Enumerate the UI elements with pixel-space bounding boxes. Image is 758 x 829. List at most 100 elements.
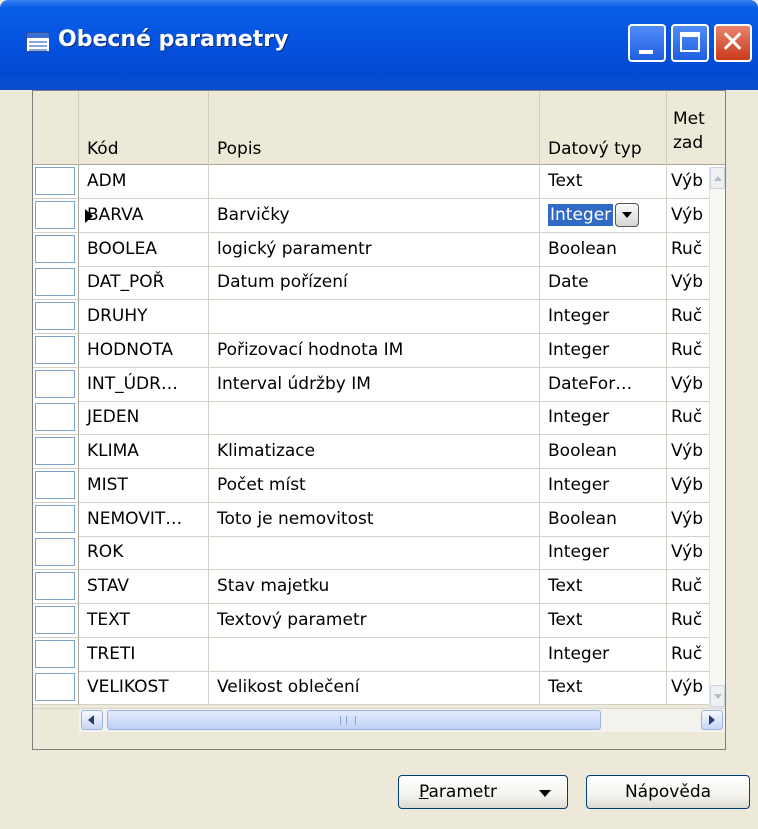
- row-selector[interactable]: [33, 401, 79, 436]
- row-selector[interactable]: [33, 300, 79, 334]
- row-selector[interactable]: [33, 333, 79, 368]
- cell-datovy-typ[interactable]: Integer: [540, 300, 667, 334]
- row-selector[interactable]: [33, 435, 79, 469]
- table-row[interactable]: TRETI Integer Ruč: [33, 637, 725, 672]
- table-row[interactable]: KLIMA Klimatizace Boolean Výb: [33, 435, 725, 469]
- table-row[interactable]: NEMOVIT… Toto je nemovitost Boolean Výb: [33, 502, 725, 537]
- table-row[interactable]: INT_ÚDR… Interval údržby IM DateFor… Výb: [33, 367, 725, 402]
- cell-kod[interactable]: INT_ÚDR…: [79, 367, 209, 402]
- row-selector[interactable]: [33, 671, 79, 705]
- cell-popis[interactable]: Datum pořízení: [209, 266, 540, 301]
- cell-datovy-typ[interactable]: Integer: [540, 637, 667, 672]
- cell-popis[interactable]: [209, 536, 540, 571]
- horizontal-scroll-thumb[interactable]: [107, 710, 601, 730]
- cell-kod[interactable]: BARVA: [79, 198, 209, 233]
- cell-kod[interactable]: JEDEN: [79, 401, 209, 436]
- cell-kod[interactable]: NEMOVIT…: [79, 502, 209, 537]
- cell-kod[interactable]: ADM: [79, 165, 209, 199]
- row-selector[interactable]: [33, 367, 79, 402]
- cell-datovy-typ[interactable]: Text: [540, 570, 667, 604]
- table-row[interactable]: MIST Počet míst Integer Výb: [33, 468, 725, 503]
- cell-kod[interactable]: TRETI: [79, 637, 209, 672]
- cell-datovy-typ[interactable]: Integer: [540, 536, 667, 571]
- cell-metoda[interactable]: Výb: [667, 536, 711, 571]
- close-button[interactable]: ✕: [714, 24, 752, 62]
- cell-popis[interactable]: [209, 165, 540, 199]
- cell-kod[interactable]: HODNOTA: [79, 333, 209, 368]
- cell-kod[interactable]: ROK: [79, 536, 209, 571]
- cell-metoda[interactable]: Výb: [667, 503, 711, 537]
- scroll-right-icon[interactable]: [701, 710, 723, 730]
- column-header-kod[interactable]: Kód: [79, 91, 209, 165]
- cell-metoda[interactable]: Ruč: [667, 233, 711, 267]
- cell-kod[interactable]: VELIKOST: [79, 671, 209, 705]
- cell-metoda[interactable]: Výb: [667, 368, 711, 402]
- cell-metoda[interactable]: Ruč: [667, 300, 711, 334]
- table-row[interactable]: VELIKOST Velikost oblečení Text Výb: [33, 671, 725, 705]
- cell-metoda[interactable]: Ruč: [667, 334, 711, 368]
- cell-datovy-typ[interactable]: Boolean: [540, 502, 667, 537]
- cell-metoda[interactable]: Ruč: [667, 570, 711, 604]
- cell-kod[interactable]: TEXT: [79, 603, 209, 638]
- cell-kod[interactable]: STAV: [79, 570, 209, 604]
- cell-datovy-typ[interactable]: Boolean: [540, 435, 667, 469]
- cell-popis[interactable]: [209, 401, 540, 436]
- cell-kod[interactable]: MIST: [79, 468, 209, 503]
- cell-kod[interactable]: DAT_POŘ: [79, 266, 209, 301]
- cell-datovy-typ[interactable]: Integer: [540, 333, 667, 368]
- scroll-left-icon[interactable]: [81, 710, 103, 730]
- table-row[interactable]: DAT_POŘ Datum pořízení Date Výb: [33, 266, 725, 301]
- cell-kod[interactable]: DRUHY: [79, 300, 209, 334]
- cell-popis[interactable]: Klimatizace: [209, 435, 540, 469]
- maximize-button[interactable]: [671, 24, 709, 62]
- cell-popis[interactable]: Počet míst: [209, 468, 540, 503]
- cell-popis[interactable]: logický paramentr: [209, 232, 540, 267]
- cell-popis[interactable]: Interval údržby IM: [209, 367, 540, 402]
- row-selector[interactable]: [33, 637, 79, 672]
- row-selector[interactable]: [33, 570, 79, 604]
- cell-datovy-typ[interactable]: Integer: [540, 468, 667, 503]
- dropdown-arrow-icon[interactable]: [615, 202, 639, 227]
- table-row[interactable]: JEDEN Integer Ruč: [33, 401, 725, 436]
- cell-popis[interactable]: Toto je nemovitost: [209, 502, 540, 537]
- cell-kod[interactable]: KLIMA: [79, 435, 209, 469]
- row-selector[interactable]: [33, 603, 79, 638]
- scroll-up-icon[interactable]: [710, 167, 725, 189]
- cell-metoda[interactable]: Výb: [667, 199, 711, 233]
- column-header-datovy-typ[interactable]: Datový typ: [540, 91, 667, 165]
- cell-metoda[interactable]: Výb: [667, 671, 711, 705]
- cell-metoda[interactable]: Ruč: [667, 401, 711, 436]
- cell-datovy-typ[interactable]: Date: [540, 266, 667, 301]
- parametr-button[interactable]: Parametr: [398, 775, 568, 809]
- cell-datovy-typ[interactable]: Text: [540, 603, 667, 638]
- table-row[interactable]: ROK Integer Výb: [33, 536, 725, 571]
- napoveda-button[interactable]: Nápověda: [586, 775, 750, 809]
- row-selector[interactable]: [33, 536, 79, 571]
- cell-popis[interactable]: [209, 637, 540, 672]
- scroll-down-icon[interactable]: [710, 685, 725, 707]
- cell-popis[interactable]: [209, 300, 540, 334]
- table-row[interactable]: BARVA Barvičky Integer Výb: [33, 198, 725, 233]
- cell-popis[interactable]: Velikost oblečení: [209, 671, 540, 705]
- row-selector[interactable]: [33, 165, 79, 199]
- cell-popis[interactable]: Pořizovací hodnota IM: [209, 333, 540, 368]
- row-selector[interactable]: [33, 266, 79, 301]
- table-row[interactable]: STAV Stav majetku Text Ruč: [33, 570, 725, 604]
- cell-metoda[interactable]: Výb: [667, 469, 711, 503]
- vertical-scrollbar[interactable]: [709, 167, 725, 707]
- row-selector[interactable]: [33, 468, 79, 503]
- cell-popis[interactable]: Barvičky: [209, 198, 540, 233]
- cell-kod[interactable]: BOOLEA: [79, 232, 209, 267]
- minimize-button[interactable]: [628, 24, 666, 62]
- cell-metoda[interactable]: Výb: [667, 165, 711, 199]
- row-selector[interactable]: [33, 232, 79, 267]
- cell-datovy-typ[interactable]: Boolean: [540, 232, 667, 267]
- cell-popis[interactable]: Stav majetku: [209, 570, 540, 604]
- cell-metoda[interactable]: Ruč: [667, 638, 711, 672]
- title-bar[interactable]: Obecné parametry ✕: [0, 0, 758, 90]
- header-row-selector[interactable]: [33, 91, 79, 165]
- table-row[interactable]: HODNOTA Pořizovací hodnota IM Integer Ruč: [33, 333, 725, 368]
- cell-datovy-typ[interactable]: Text: [540, 165, 667, 199]
- cell-metoda[interactable]: Ruč: [667, 604, 711, 638]
- cell-metoda[interactable]: Výb: [667, 266, 711, 301]
